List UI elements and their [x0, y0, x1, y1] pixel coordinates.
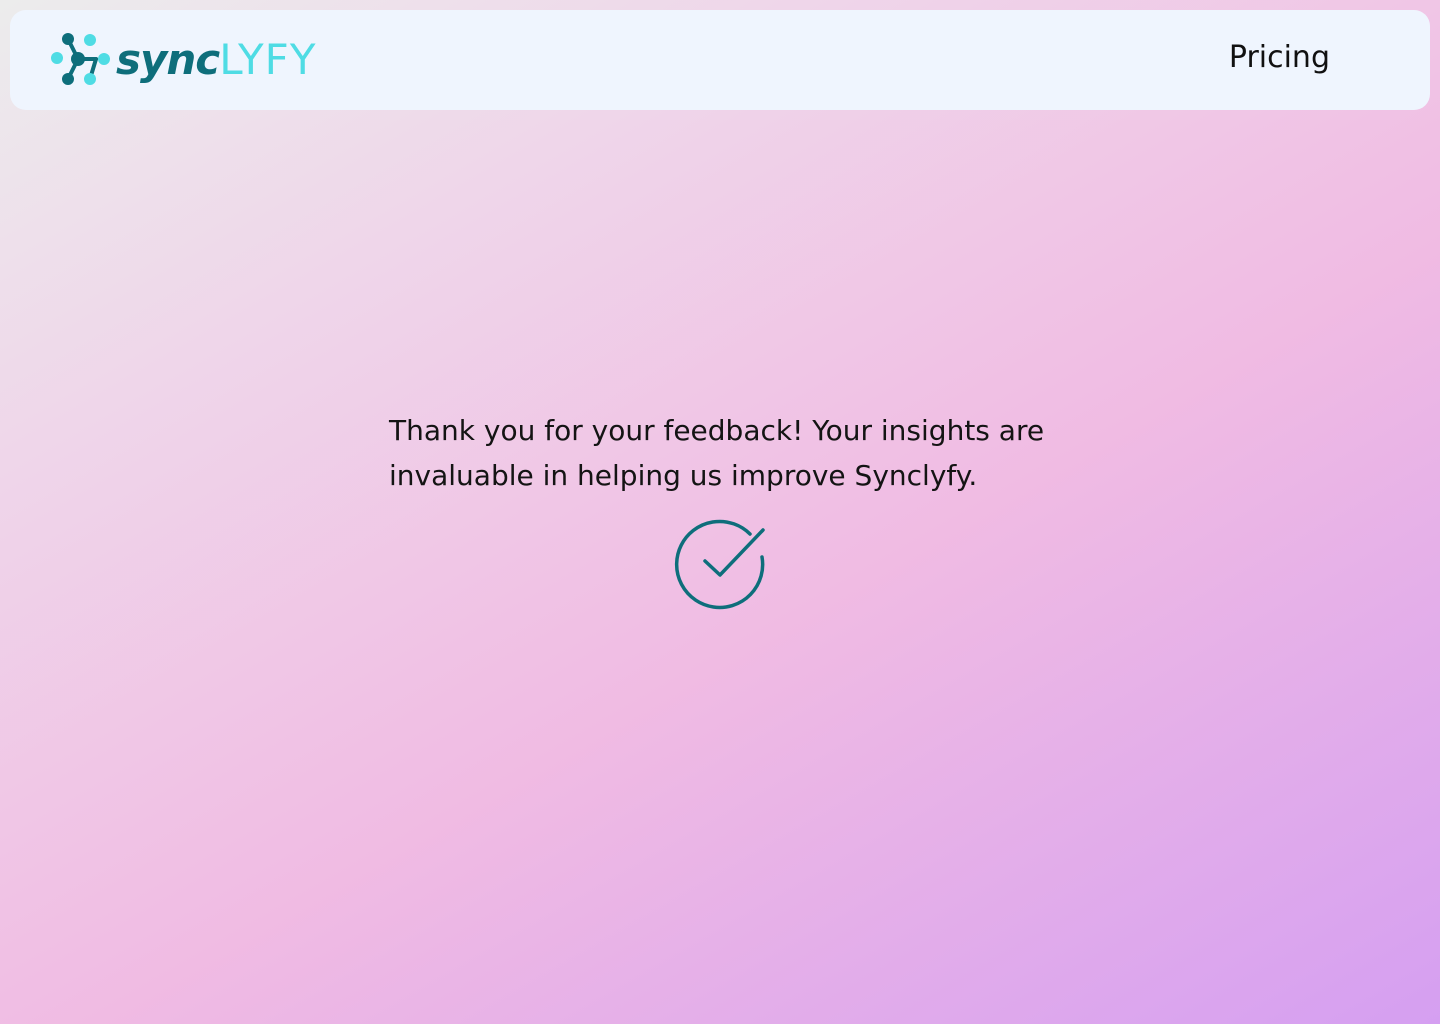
feedback-thank-you-message: Thank you for your feedback! Your insigh…: [389, 414, 1045, 492]
molecule-logo-icon: [51, 33, 110, 85]
logo-word-sync: sync: [116, 35, 220, 84]
logo-wordmark: syncLYFY: [116, 30, 316, 90]
nav-link-pricing[interactable]: Pricing: [1229, 38, 1330, 78]
logo-word-lyfy: LYFY: [219, 35, 317, 84]
check-circle-icon: [674, 519, 765, 610]
navbar: syncLYFY Pricing: [10, 10, 1430, 110]
logo[interactable]: syncLYFY: [50, 30, 316, 90]
